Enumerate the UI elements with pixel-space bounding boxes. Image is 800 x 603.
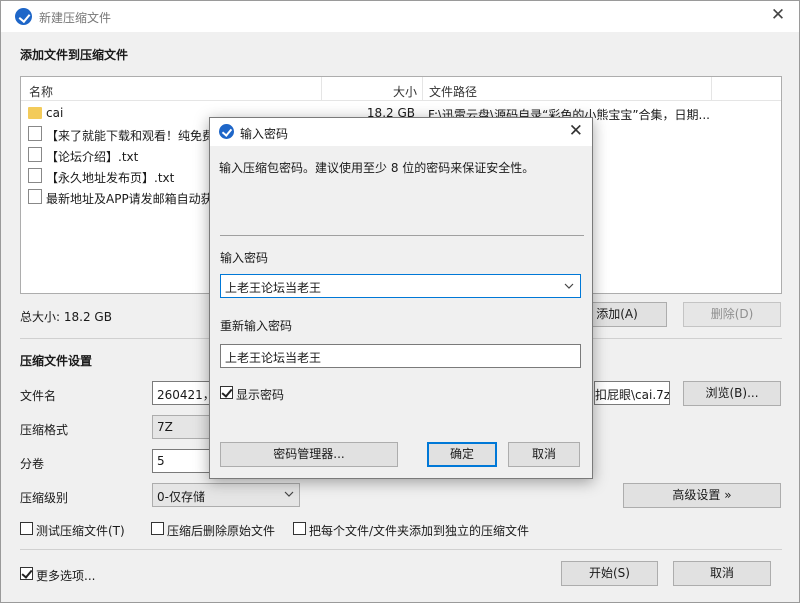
window-title: 新建压缩文件 <box>39 11 112 25</box>
column-divider[interactable] <box>422 77 423 101</box>
add-files-heading: 添加文件到压缩文件 <box>20 48 129 62</box>
column-name[interactable]: 名称 <box>29 83 53 100</box>
show-password-label[interactable]: 显示密码 <box>236 386 284 403</box>
password-value: 上老王论坛当老王 <box>225 281 322 295</box>
separate-archives-label[interactable]: 把每个文件/文件夹添加到独立的压缩文件 <box>309 522 529 539</box>
dialog-cancel-button[interactable]: 取消 <box>508 442 580 467</box>
divider <box>20 549 782 550</box>
browse-button[interactable]: 浏览(B)... <box>683 381 781 406</box>
level-label: 压缩级别 <box>20 491 69 505</box>
delete-source-label[interactable]: 压缩后删除原始文件 <box>167 522 275 539</box>
close-icon[interactable]: ✕ <box>569 121 583 141</box>
folder-icon <box>28 107 42 119</box>
file-list-header: 名称 大小 文件路径 <box>21 77 781 101</box>
password-manager-button[interactable]: 密码管理器... <box>220 442 398 467</box>
file-icon <box>28 147 42 162</box>
file-icon <box>28 168 42 183</box>
column-divider[interactable] <box>321 77 322 101</box>
app-logo-icon <box>15 8 32 25</box>
start-button[interactable]: 开始(S) <box>561 561 658 586</box>
delete-button[interactable]: 删除(D) <box>683 302 781 327</box>
format-label: 压缩格式 <box>20 423 69 437</box>
dialog-title-bar: 输入密码 ✕ <box>210 118 592 146</box>
show-password-checkbox[interactable] <box>220 386 233 399</box>
dialog-title: 输入密码 <box>240 127 289 141</box>
delete-source-checkbox[interactable] <box>151 522 164 535</box>
test-archive-label[interactable]: 测试压缩文件(T) <box>36 522 125 539</box>
test-archive-checkbox[interactable] <box>20 522 33 535</box>
filename-input-tail[interactable]: 扣屁眼\cai.7z <box>594 381 670 405</box>
password-input[interactable]: 上老王论坛当老王 <box>220 274 581 298</box>
divider <box>220 235 584 236</box>
chevron-down-icon[interactable] <box>563 280 575 292</box>
settings-heading: 压缩文件设置 <box>20 354 93 368</box>
level-select[interactable]: 0-仅存储 <box>152 483 300 507</box>
cancel-button[interactable]: 取消 <box>673 561 771 586</box>
level-value: 0-仅存储 <box>157 490 205 504</box>
more-options-checkbox[interactable] <box>20 567 33 580</box>
ok-button[interactable]: 确定 <box>427 442 497 467</box>
format-select[interactable]: 7Z <box>152 415 210 439</box>
advanced-settings-button[interactable]: 高级设置 » <box>623 483 781 508</box>
app-logo-icon <box>219 124 234 139</box>
column-divider[interactable] <box>711 77 712 101</box>
file-icon <box>28 189 42 204</box>
password-dialog: 输入密码 ✕ 输入压缩包密码。建议使用至少 8 位的密码来保证安全性。 输入密码… <box>209 117 593 479</box>
filename-input[interactable]: 260421，： <box>152 381 210 405</box>
column-path[interactable]: 文件路径 <box>429 83 477 100</box>
volume-label: 分卷 <box>20 457 45 471</box>
separate-archives-checkbox[interactable] <box>293 522 306 535</box>
more-options-label[interactable]: 更多选项... <box>36 567 95 584</box>
confirm-password-label: 重新输入密码 <box>220 319 293 333</box>
chevron-down-icon <box>284 491 294 497</box>
close-icon[interactable]: ✕ <box>769 6 787 24</box>
column-size[interactable]: 大小 <box>393 83 417 100</box>
file-icon <box>28 126 42 141</box>
confirm-password-input[interactable]: 上老王论坛当老王 <box>220 344 581 368</box>
dialog-description: 输入压缩包密码。建议使用至少 8 位的密码来保证安全性。 <box>219 161 535 175</box>
total-size: 总大小: 18.2 GB <box>20 310 112 324</box>
filename-label: 文件名 <box>20 389 57 403</box>
title-bar: 新建压缩文件 ✕ <box>1 1 799 32</box>
password-label: 输入密码 <box>220 251 269 265</box>
volume-input[interactable]: 5 <box>152 449 210 473</box>
